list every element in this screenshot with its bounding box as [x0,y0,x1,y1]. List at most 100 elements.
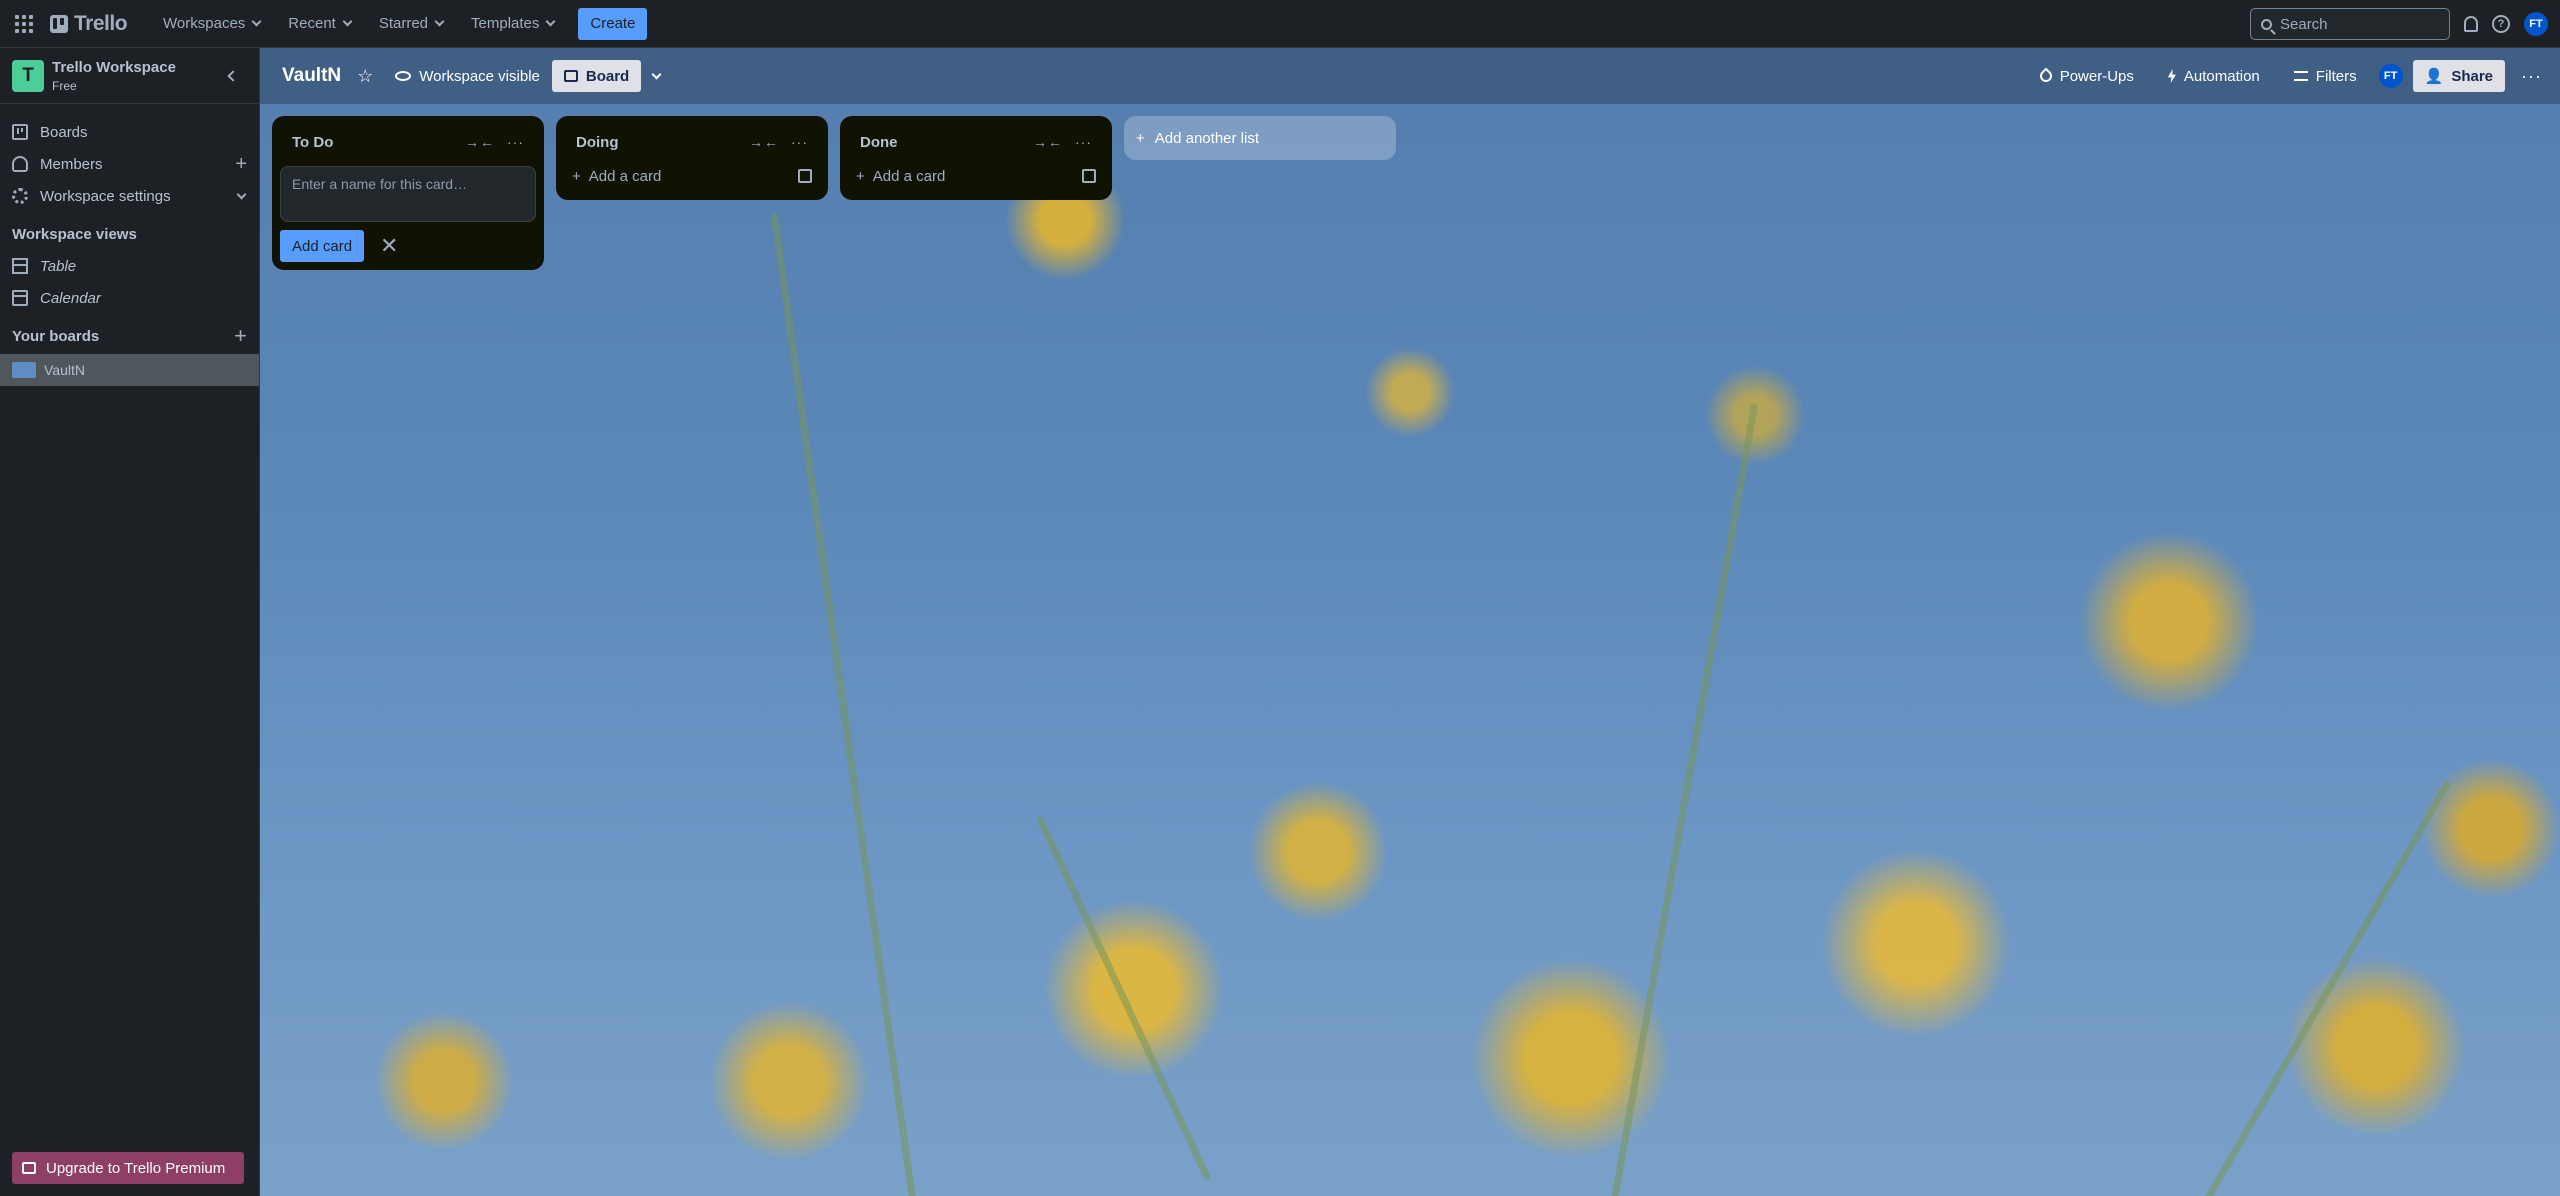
notifications-bell-icon[interactable] [2464,16,2478,32]
top-navigation: Trello Workspaces Recent Starred Templat… [0,0,2560,48]
list-title[interactable]: Doing [576,134,737,151]
list-header: Doing →← ··· [564,124,820,160]
star-board-icon[interactable]: ☆ [357,66,373,87]
recent-menu[interactable]: Recent [274,8,365,40]
your-boards-label: Your boards [12,327,100,345]
chevron-down-icon [236,189,247,199]
workspace-tile[interactable]: T [12,59,44,92]
close-icon[interactable]: ✕ [374,233,404,259]
board-header: VaultN ☆ Workspace visible Board Power-U… [260,48,2560,104]
list-title[interactable]: To Do [292,134,453,151]
filters-label: Filters [2315,67,2357,85]
add-card-button[interactable]: Add card [280,230,365,262]
visibility-button[interactable]: Workspace visible [383,60,552,92]
chevron-down-icon [545,16,556,27]
workspaces-menu[interactable]: Workspaces [149,8,274,40]
workspaces-menu-label: Workspaces [163,15,246,32]
power-ups-label: Power-Ups [2059,67,2134,85]
table-icon [12,258,28,274]
card-template-icon[interactable] [1082,169,1096,183]
sidebar-item-calendar[interactable]: Calendar [0,282,259,314]
chevron-down-icon [651,69,662,79]
board-menu-icon[interactable]: ··· [2515,66,2548,87]
add-member-icon[interactable]: + [235,153,247,176]
recent-menu-label: Recent [288,15,336,32]
list-actions-icon[interactable]: ··· [1075,134,1092,150]
trello-logo[interactable]: Trello [50,11,128,36]
list-done: Done →← ··· + Add a card [840,116,1112,200]
search-placeholder: Search [2280,15,2328,33]
list-header: Done →← ··· [848,124,1104,160]
background-stem [2195,779,2452,1196]
sidebar-item-workspace-settings[interactable]: Workspace settings [0,180,259,212]
sidebar-item-table[interactable]: Table [0,250,259,282]
automation-button[interactable]: Automation [2156,60,2272,92]
premium-icon [22,1162,36,1174]
app-switcher-icon[interactable] [12,12,36,36]
upgrade-premium-button[interactable]: Upgrade to Trello Premium [12,1152,244,1184]
visibility-label: Workspace visible [419,67,540,85]
help-icon[interactable]: ? [2492,15,2510,33]
list-to-do: To Do →← ··· Enter a name for this card…… [272,116,544,270]
workspace-views-heading: Workspace views [12,225,137,243]
chevron-down-icon [251,16,262,27]
upgrade-label: Upgrade to Trello Premium [46,1159,226,1177]
add-card-row[interactable]: + Add a card [848,160,1104,192]
card-title-input[interactable]: Enter a name for this card… [280,166,536,222]
board-title[interactable]: VaultN [272,65,351,87]
background-stem [1608,403,1759,1196]
list-actions-icon[interactable]: ··· [791,134,808,150]
card-composer-controls: Add card ✕ [280,230,536,262]
share-button[interactable]: 👤 Share [2412,60,2506,92]
gear-icon [12,188,28,204]
sidebar-item-label: Calendar [40,289,101,307]
customize-views-button[interactable] [641,60,672,92]
background-stem [770,212,917,1196]
add-list-button[interactable]: + Add another list [1124,116,1396,160]
filter-icon [2293,71,2308,81]
create-board-icon[interactable]: + [234,323,247,349]
list-header: To Do →← ··· [280,124,536,160]
starred-menu-label: Starred [378,15,429,32]
chevron-down-icon [342,16,353,27]
account-avatar[interactable]: FT [2524,12,2548,36]
trello-logo-icon [50,14,68,33]
card-template-icon[interactable] [798,169,812,183]
board-view-button[interactable]: Board [551,60,642,92]
rocket-icon [2037,67,2055,85]
workspace-plan: Free [52,78,77,93]
sidebar-item-label: Workspace settings [40,187,171,205]
workspace-sidebar: T Trello Workspace Free Boards Members +… [0,48,260,1196]
list-actions-icon[interactable]: ··· [507,134,524,150]
collapse-list-icon[interactable]: →← [1033,134,1063,150]
automation-label: Automation [2183,67,2260,85]
starred-menu[interactable]: Starred [365,8,457,40]
search-input[interactable]: Search [2250,8,2450,40]
plus-icon: + [1136,129,1145,147]
sidebar-board-vaultn[interactable]: VaultN [0,354,259,386]
power-ups-button[interactable]: Power-Ups [2028,60,2146,92]
members-icon [12,156,28,172]
add-card-row[interactable]: + Add a card [564,160,820,192]
templates-menu-label: Templates [471,15,540,32]
collapse-list-icon[interactable]: →← [749,134,779,150]
list-title[interactable]: Done [860,134,1021,151]
board-member-avatar[interactable]: FT [2378,64,2403,88]
filters-button[interactable]: Filters [2282,60,2369,92]
board-view-label: Board [585,67,630,85]
list-doing: Doing →← ··· + Add a card [556,116,828,200]
sidebar-item-members[interactable]: Members + [0,148,259,180]
share-label: Share [2451,67,2494,85]
chevron-down-icon [434,16,445,27]
your-boards-heading: Your boards + [0,320,259,352]
templates-menu[interactable]: Templates [457,8,568,40]
workspace-name[interactable]: Trello Workspace [52,59,176,76]
sidebar-item-boards[interactable]: Boards [0,116,259,148]
create-button[interactable]: Create [578,7,648,40]
collapse-sidebar-button[interactable] [219,62,247,90]
search-icon [2261,18,2272,30]
trello-logo-text: Trello [74,11,128,35]
board-header-actions: Power-Ups Automation Filters FT 👤 Share … [2028,60,2548,92]
sidebar-item-label: Members [40,155,103,173]
collapse-list-icon[interactable]: →← [465,134,495,150]
